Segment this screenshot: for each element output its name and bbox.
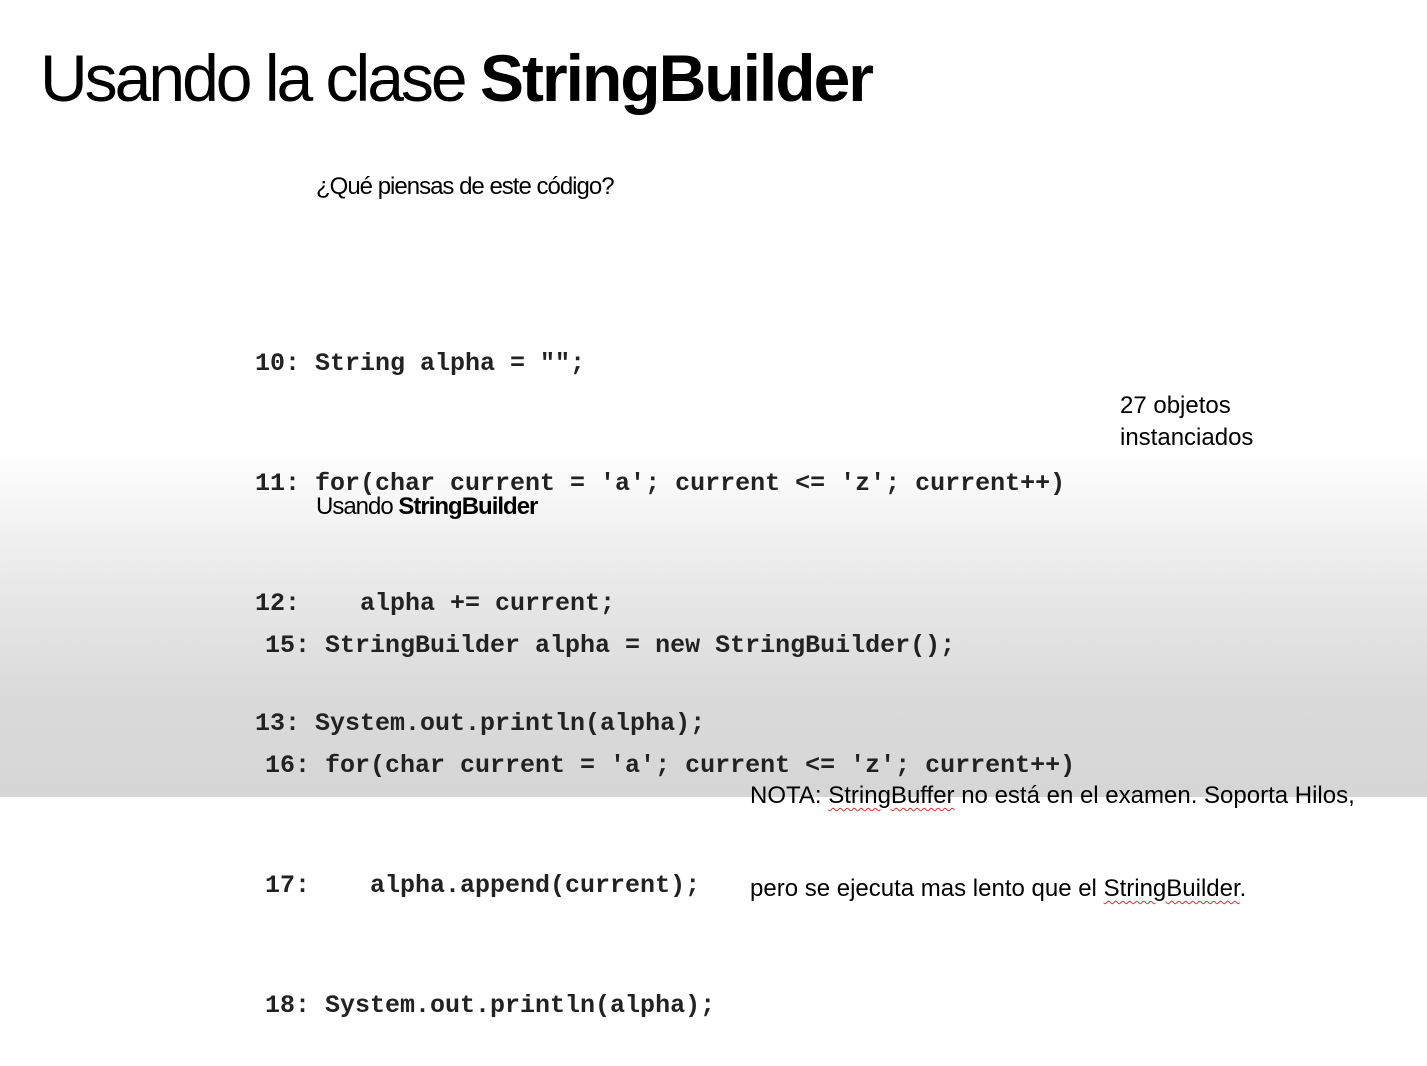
objects-count-note: 27 objetos instanciados	[1120, 390, 1253, 454]
subheading-bold: StringBuilder	[398, 493, 538, 520]
slide-title: Usando la clase StringBuilder	[40, 40, 874, 116]
stringbuilder-term: StringBuilder	[1103, 875, 1240, 902]
code-line: 10: String alpha = "";	[255, 349, 586, 378]
subheading: Usando StringBuilder	[316, 492, 538, 522]
subheading-regular: Usando	[316, 493, 399, 520]
code-line: 18: System.out.println(alpha);	[265, 991, 716, 1020]
code-line: 15: StringBuilder alpha = new StringBuil…	[265, 631, 956, 660]
title-bold: StringBuilder	[479, 41, 874, 115]
objects-note-line2: instanciados	[1120, 424, 1254, 451]
stringbuffer-term: StringBuffer	[828, 782, 955, 809]
objects-note-line1: 27 objetos	[1120, 392, 1231, 419]
footnote-line2: pero se ejecuta mas lento que el StringB…	[750, 875, 1247, 902]
footnote-line1: NOTA: StringBuffer no está en el examen.…	[750, 782, 1355, 809]
question-text: ¿Qué piensas de este código?	[316, 173, 615, 200]
footnote: NOTA: StringBuffer no está en el examen.…	[750, 718, 1355, 935]
title-regular: Usando la clase	[40, 41, 480, 115]
